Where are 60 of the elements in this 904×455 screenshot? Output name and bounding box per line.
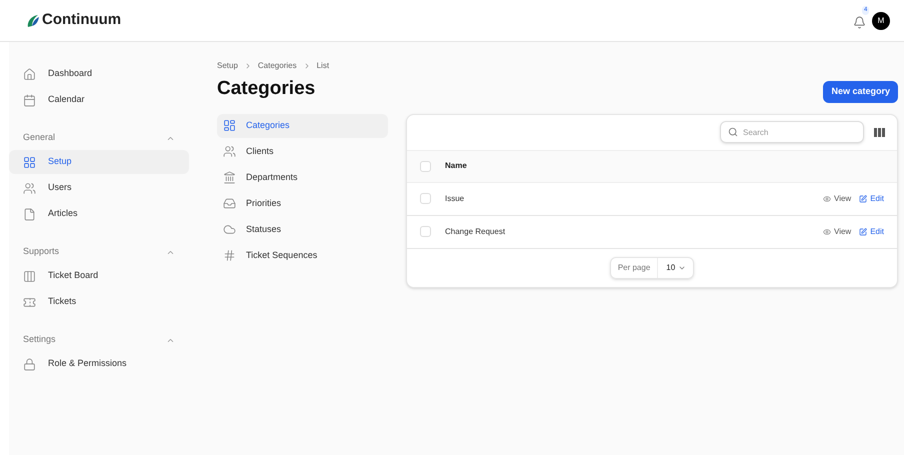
eye-icon	[823, 228, 831, 236]
breadcrumb-link[interactable]: Setup	[217, 60, 238, 72]
grid-icon	[23, 156, 36, 168]
sidebar-item[interactable]: Articles	[9, 202, 189, 226]
per-page-select[interactable]: Per page 10	[610, 256, 694, 278]
subnav-item[interactable]: Departments	[217, 166, 388, 190]
avatar[interactable]: M	[872, 12, 890, 30]
sidebar-item[interactable]: Calendar	[9, 88, 189, 112]
edit-link[interactable]: Edit	[859, 192, 884, 204]
subnav-item[interactable]: Statuses	[217, 218, 388, 242]
sidebar-item[interactable]: Tickets	[9, 290, 189, 314]
view-link[interactable]: View	[823, 192, 852, 204]
subnav-item[interactable]: Ticket Sequences	[217, 244, 388, 268]
logo-text: Continuum	[42, 10, 122, 30]
sidebar-item[interactable]: Setup	[9, 150, 189, 174]
logo-icon	[26, 14, 40, 28]
breadcrumb-link[interactable]: Categories	[258, 60, 297, 72]
file-icon	[23, 208, 36, 220]
subnav-item[interactable]: Clients	[217, 140, 388, 164]
edit-link[interactable]: Edit	[859, 226, 884, 238]
subnav-item[interactable]: Priorities	[217, 192, 388, 216]
columns-icon[interactable]	[874, 128, 885, 136]
edit-icon	[859, 194, 868, 202]
per-page-label: Per page	[610, 258, 658, 278]
sidebar-item[interactable]: Users	[9, 176, 189, 200]
columns-icon	[23, 270, 36, 282]
sidebar-item[interactable]: Ticket Board	[9, 264, 189, 288]
inbox-icon	[223, 197, 236, 210]
sidebar-item[interactable]: Dashboard	[9, 62, 189, 86]
row-checkbox[interactable]	[420, 193, 431, 204]
subnav-item[interactable]: Categories	[217, 114, 388, 138]
page-title: Categories	[217, 77, 316, 101]
sidebar-item[interactable]: Role & Permissions	[9, 352, 189, 376]
search-field[interactable]: Search	[720, 121, 864, 143]
section-title: Settings	[23, 333, 56, 346]
select-all-checkbox[interactable]	[420, 160, 431, 172]
breadcrumb-link[interactable]: List	[316, 60, 330, 72]
notifications-button[interactable]	[852, 16, 866, 30]
cloud-icon	[223, 223, 236, 236]
hash-icon	[223, 249, 236, 262]
new-category-button[interactable]: New category	[823, 80, 898, 102]
bank-icon	[223, 171, 236, 184]
bell-icon	[852, 16, 866, 29]
users-icon	[223, 145, 236, 158]
calendar-icon	[23, 94, 36, 106]
section-title: Supports	[23, 245, 60, 258]
column-header: Name	[445, 160, 467, 172]
lock-icon	[23, 358, 36, 370]
ticket-icon	[23, 296, 36, 308]
view-link[interactable]: View	[823, 226, 852, 238]
table-cell-text: Change Request	[445, 226, 506, 238]
section-title: General	[23, 131, 56, 144]
table-cell-text: Issue	[445, 192, 466, 204]
edit-icon	[859, 228, 868, 236]
row-checkbox[interactable]	[420, 226, 431, 237]
users-icon	[23, 182, 36, 194]
search-icon	[728, 127, 738, 137]
per-page-value: 10	[665, 262, 676, 274]
home-icon	[23, 68, 36, 80]
eye-icon	[823, 194, 831, 202]
